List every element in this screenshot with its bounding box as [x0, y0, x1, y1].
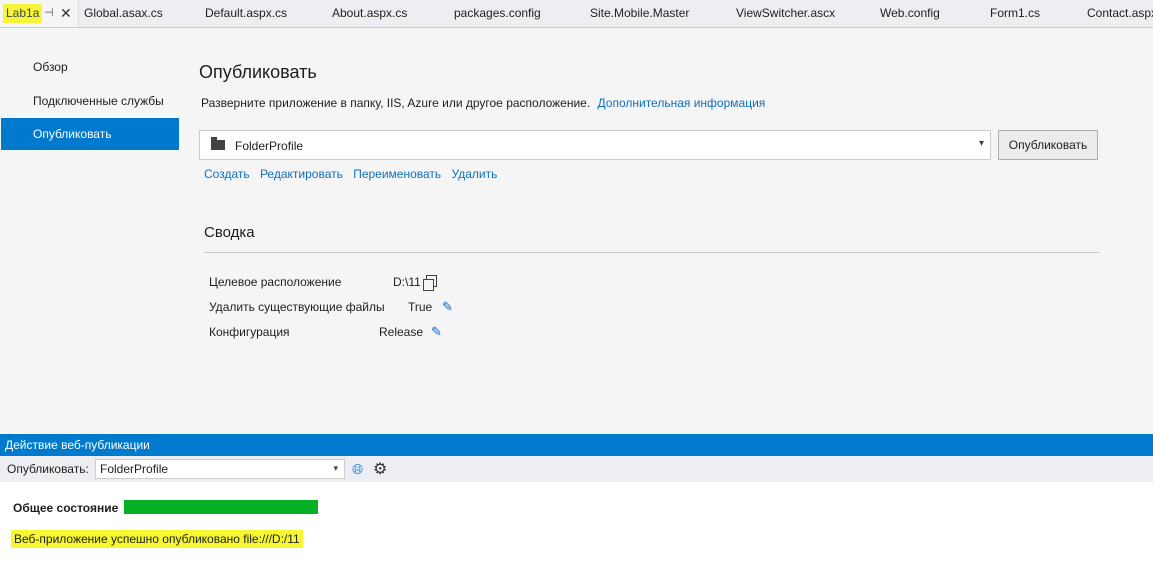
delete-link[interactable]: Удалить — [452, 167, 498, 181]
summary-key: Конфигурация — [209, 325, 290, 339]
tab-viewswitcher-ascx[interactable]: ViewSwitcher.ascx — [736, 0, 835, 27]
folder-icon — [211, 137, 225, 150]
profile-actions: Создать Редактировать Переименовать Удал… — [204, 167, 504, 181]
tab-packages-config[interactable]: packages.config — [454, 0, 541, 27]
summary-value: D:\11 — [393, 275, 421, 289]
more-info-link[interactable]: Дополнительная информация — [598, 96, 766, 110]
summary-value: True — [408, 300, 433, 314]
summary-key: Целевое расположение — [209, 275, 342, 289]
tab-default-aspx-cs[interactable]: Default.aspx.cs — [205, 0, 287, 27]
tab-global-asax-cs[interactable]: Global.asax.cs — [84, 0, 163, 27]
gear-icon[interactable]: ⚙ — [373, 459, 387, 479]
progress-fill — [124, 500, 318, 514]
toolbar-profile-value: FolderProfile — [100, 462, 169, 476]
tab-site-mobile-master[interactable]: Site.Mobile.Master — [590, 0, 689, 27]
panel-body: Общее состояние Веб-приложение успешно о… — [0, 482, 1153, 565]
summary-title: Сводка — [204, 224, 255, 241]
panel-toolbar: Опубликовать: FolderProfile ▾ 🌐︎ ⚙ — [0, 456, 1153, 482]
tab-lab1a[interactable]: Lab1a ⊣ ✕ — [0, 0, 79, 27]
panel-title: Действие веб-публикации — [5, 438, 150, 452]
summary-divider — [204, 252, 1099, 253]
pencil-icon[interactable]: ✎ — [442, 298, 453, 316]
description-text: Разверните приложение в папку, IIS, Azur… — [201, 96, 591, 110]
nav-item-overview[interactable]: Обзор — [1, 51, 179, 83]
tab-web-config[interactable]: Web.config — [880, 0, 940, 27]
close-icon[interactable]: ✕ — [60, 0, 72, 27]
tab-form1-cs[interactable]: Form1.cs — [990, 0, 1040, 27]
overall-status-label: Общее состояние — [13, 501, 119, 515]
pencil-icon[interactable]: ✎ — [431, 323, 442, 341]
chevron-down-icon[interactable]: ▾ — [333, 463, 338, 474]
profile-value: FolderProfile — [235, 139, 304, 153]
left-nav: Обзор Подключенные службы Опубликовать — [0, 27, 180, 427]
chevron-down-icon[interactable]: ▾ — [979, 138, 984, 149]
pin-icon[interactable]: ⊣ — [44, 0, 54, 27]
create-link[interactable]: Создать — [204, 167, 250, 181]
summary-value: Release — [379, 325, 424, 339]
nav-item-publish[interactable]: Опубликовать — [1, 118, 179, 150]
summary-key: Удалить существующие файлы — [209, 300, 385, 314]
copy-icon[interactable] — [423, 275, 437, 291]
tab-contact-aspx[interactable]: Contact.aspx — [1087, 0, 1153, 27]
tab-label: Lab1a — [3, 4, 43, 23]
globe-icon[interactable]: 🌐︎ — [352, 461, 363, 478]
overall-progress-bar — [124, 500, 318, 514]
tab-about-aspx-cs[interactable]: About.aspx.cs — [332, 0, 407, 27]
publish-result-message: Веб-приложение успешно опубликовано file… — [11, 530, 303, 548]
document-tab-bar: Lab1a ⊣ ✕ Global.asax.cs Default.aspx.cs… — [0, 0, 1153, 28]
nav-item-connected-services[interactable]: Подключенные службы — [1, 85, 179, 117]
publish-button[interactable]: Опубликовать — [998, 130, 1098, 160]
page-title: Опубликовать — [199, 62, 317, 82]
page-description: Разверните приложение в папку, IIS, Azur… — [201, 96, 765, 110]
toolbar-profile-dropdown[interactable]: FolderProfile ▾ — [95, 459, 345, 479]
publish-profile-dropdown[interactable]: FolderProfile ▾ — [199, 130, 991, 160]
edit-link[interactable]: Редактировать — [260, 167, 343, 181]
toolbar-label: Опубликовать: — [7, 462, 89, 476]
web-publish-activity-header: Действие веб-публикации — [0, 434, 1153, 456]
rename-link[interactable]: Переименовать — [353, 167, 441, 181]
